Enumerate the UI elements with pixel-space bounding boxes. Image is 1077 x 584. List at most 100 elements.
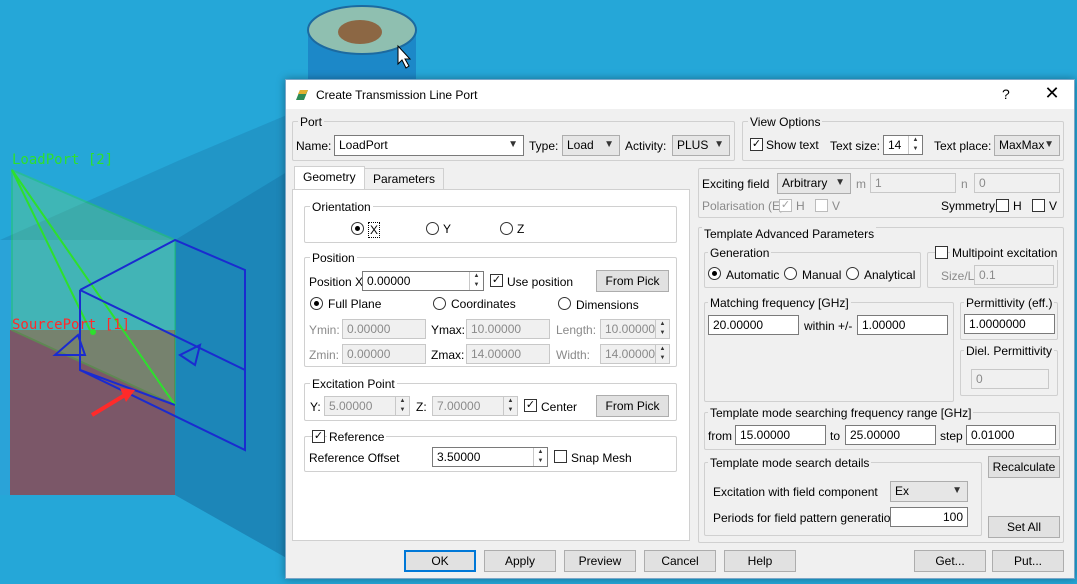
step-input[interactable]: 0.01000 xyxy=(966,425,1056,445)
preview-button[interactable]: Preview xyxy=(564,550,636,572)
generation-manual-radio[interactable] xyxy=(784,267,797,280)
app-icon xyxy=(296,90,308,100)
width-label: Width: xyxy=(556,348,591,362)
exciting-field-select[interactable]: Arbitrary ▼ xyxy=(777,173,851,194)
put-button[interactable]: Put... xyxy=(992,550,1064,572)
symmetry-h-label: H xyxy=(1013,199,1022,213)
orientation-x-label: X xyxy=(368,222,381,238)
from-input[interactable]: 15.00000 xyxy=(735,425,826,445)
get-button[interactable]: Get... xyxy=(914,550,986,572)
zmax-input[interactable]: 14.00000 xyxy=(466,344,550,364)
exc-y-input[interactable]: 5.00000 ▲ ▼ xyxy=(324,396,410,416)
symmetry-h-checkbox[interactable] xyxy=(996,199,1009,212)
dimensions-radio[interactable] xyxy=(558,297,571,310)
m-input[interactable]: 1 xyxy=(870,173,956,193)
polarisation-h-checkbox[interactable]: ✓ xyxy=(779,199,792,212)
to-input[interactable]: 25.00000 xyxy=(845,425,936,445)
text-place-select[interactable]: MaxMax ▼ xyxy=(994,135,1060,156)
diel-permittivity-input[interactable]: 0 xyxy=(971,369,1049,389)
multipoint-checkbox[interactable] xyxy=(935,246,948,259)
coordinates-radio[interactable] xyxy=(433,297,446,310)
set-all-button[interactable]: Set All xyxy=(988,516,1060,538)
spinner-arrows-icon: ▲ ▼ xyxy=(655,345,669,363)
size-l-label: Size/L xyxy=(941,269,975,283)
cancel-button[interactable]: Cancel xyxy=(644,550,716,572)
from-label: from xyxy=(708,429,732,443)
ymin-label: Ymin: xyxy=(309,323,340,337)
generation-analytical-radio[interactable] xyxy=(846,267,859,280)
exciting-field-label: Exciting field xyxy=(702,177,770,191)
length-label: Length: xyxy=(556,323,597,337)
width-input[interactable]: 14.00000 ▲ ▼ xyxy=(600,344,670,364)
exc-y-label: Y: xyxy=(310,400,321,414)
spinner-arrows-icon: ▲ ▼ xyxy=(908,136,922,154)
full-plane-label: Full Plane xyxy=(328,297,382,311)
orientation-x-radio[interactable] xyxy=(351,222,364,235)
excitation-from-pick-button[interactable]: From Pick xyxy=(596,395,669,417)
chevron-down-icon: ▼ xyxy=(952,485,962,496)
snap-mesh-checkbox[interactable] xyxy=(554,450,567,463)
orientation-y-radio[interactable] xyxy=(426,222,439,235)
zmin-input[interactable]: 0.00000 xyxy=(342,344,426,364)
port-activity-select[interactable]: PLUS ▼ xyxy=(672,135,730,156)
help-button[interactable]: Help xyxy=(724,550,796,572)
reference-checkbox[interactable]: ✓ xyxy=(312,430,325,443)
matching-frequency-input[interactable]: 20.00000 xyxy=(708,315,799,335)
port-name-label: Name: xyxy=(296,139,332,153)
permittivity-input[interactable]: 1.0000000 xyxy=(964,314,1055,334)
tab-parameters[interactable]: Parameters xyxy=(364,168,445,190)
chevron-down-icon: ▼ xyxy=(604,139,614,150)
coordinates-label: Coordinates xyxy=(451,297,516,311)
position-x-label: Position X xyxy=(309,275,364,289)
excitation-component-select[interactable]: Ex ▼ xyxy=(890,481,968,502)
within-input[interactable]: 1.00000 xyxy=(857,315,948,335)
length-input[interactable]: 10.00000 ▲ ▼ xyxy=(600,319,670,339)
reference-offset-input[interactable]: 3.50000 ▲ ▼ xyxy=(432,447,548,467)
spinner-arrows-icon: ▲ ▼ xyxy=(655,320,669,338)
help-icon[interactable]: ? xyxy=(1002,86,1010,102)
apply-button[interactable]: Apply xyxy=(484,550,556,572)
ymax-input[interactable]: 10.00000 xyxy=(466,319,550,339)
chevron-down-icon: ▼ xyxy=(1044,139,1054,150)
text-size-spinner[interactable]: 14 ▲ ▼ xyxy=(883,135,923,155)
dialog-title: Create Transmission Line Port xyxy=(316,88,478,102)
polarisation-label: Polarisation (E) xyxy=(702,199,785,213)
ymax-label: Ymax: xyxy=(431,323,466,337)
position-from-pick-button[interactable]: From Pick xyxy=(596,270,669,292)
m-label: m xyxy=(856,177,866,191)
exc-z-label: Z: xyxy=(416,400,427,414)
polarisation-v-checkbox[interactable] xyxy=(815,199,828,212)
periods-label: Periods for field pattern generation xyxy=(713,511,898,525)
ymin-input[interactable]: 0.00000 xyxy=(342,319,426,339)
generation-analytical-label: Analytical xyxy=(864,268,916,282)
source-port-label: SourcePort [1] xyxy=(12,317,131,333)
show-text-checkbox[interactable]: ✓ xyxy=(750,138,763,151)
step-label: step xyxy=(940,429,963,443)
reference-offset-label: Reference Offset xyxy=(309,451,400,465)
ok-button[interactable]: OK xyxy=(404,550,476,572)
generation-automatic-radio[interactable] xyxy=(708,267,721,280)
dialog-titlebar[interactable]: Create Transmission Line Port ? ✕ xyxy=(286,80,1074,109)
port-name-combo[interactable]: LoadPort ▼ xyxy=(334,135,524,156)
permittivity-title: Permittivity (eff.) xyxy=(964,296,1055,310)
port-type-select[interactable]: Load ▼ xyxy=(562,135,620,156)
center-checkbox[interactable]: ✓ xyxy=(524,399,537,412)
chevron-down-icon: ▼ xyxy=(714,139,724,150)
position-x-input[interactable]: 0.00000 ▲ ▼ xyxy=(362,271,484,291)
close-icon[interactable]: ✕ xyxy=(1042,83,1062,104)
diel-permittivity-title: Diel. Permittivity xyxy=(964,344,1055,358)
symmetry-label: Symmetry xyxy=(941,199,995,213)
recalculate-button[interactable]: Recalculate xyxy=(988,456,1060,478)
orientation-z-radio[interactable] xyxy=(500,222,513,235)
periods-input[interactable]: 100 xyxy=(890,507,968,527)
size-l-input[interactable]: 0.1 xyxy=(974,265,1054,285)
full-plane-radio[interactable] xyxy=(310,297,323,310)
use-position-checkbox[interactable]: ✓ xyxy=(490,274,503,287)
exc-z-input[interactable]: 7.00000 ▲ ▼ xyxy=(432,396,518,416)
n-input[interactable]: 0 xyxy=(974,173,1060,193)
cylinder-logo xyxy=(338,20,382,44)
spinner-arrows-icon: ▲ ▼ xyxy=(533,448,547,466)
symmetry-v-checkbox[interactable] xyxy=(1032,199,1045,212)
symmetry-v-label: V xyxy=(1049,199,1058,213)
tab-geometry[interactable]: Geometry xyxy=(294,166,365,190)
